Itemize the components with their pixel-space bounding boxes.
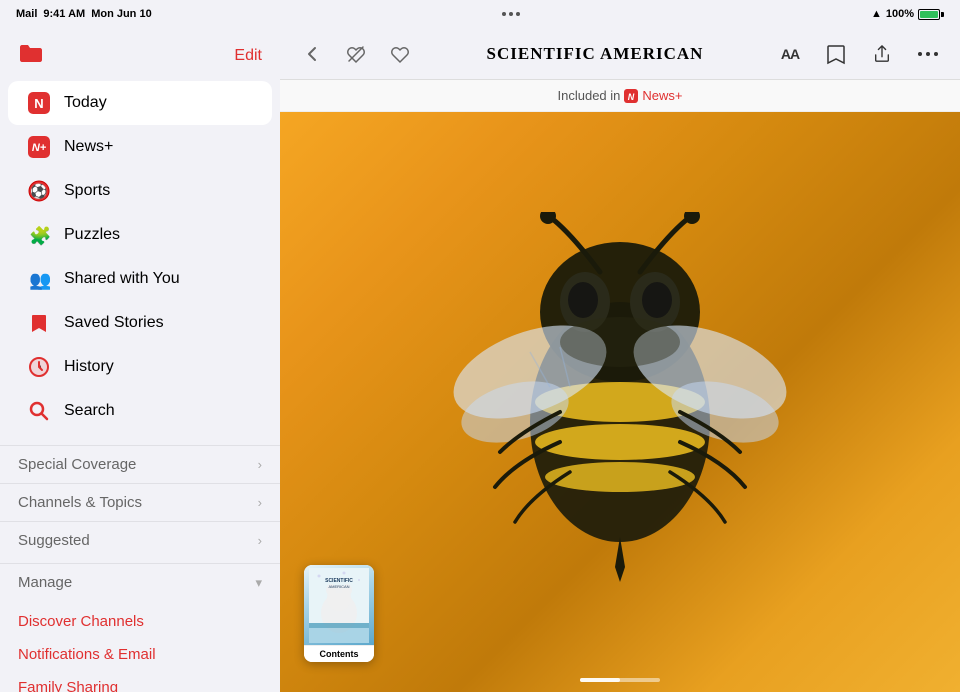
- today-icon: N: [26, 90, 52, 116]
- battery-icon: [918, 9, 944, 20]
- today-label: Today: [64, 94, 107, 112]
- sidebar-item-history[interactable]: History: [8, 345, 272, 389]
- dot3: [516, 12, 520, 16]
- bee-background: SCIENTIFIC AMERICAN Contents: [280, 112, 960, 692]
- svg-text:N: N: [34, 96, 43, 111]
- toolbar-center: SCIENTIFIC AMERICAN: [416, 44, 774, 64]
- status-bar-left: Mail 9:41 AM Mon Jun 10: [16, 8, 152, 20]
- content-area: SCIENTIFIC AMERICAN AA: [280, 28, 960, 692]
- dot2: [509, 12, 513, 16]
- main-layout: Edit N Today N+: [0, 28, 960, 692]
- sidebar-header: Edit: [0, 28, 280, 77]
- news-plus-text: Included in N News+: [558, 88, 683, 103]
- search-label: Search: [64, 402, 115, 420]
- contents-thumbnail[interactable]: SCIENTIFIC AMERICAN Contents: [304, 565, 374, 662]
- sidebar-item-shared[interactable]: 👥 Shared with You: [8, 257, 272, 301]
- status-app-name: Mail: [16, 8, 37, 20]
- search-icon: [26, 398, 52, 424]
- page-indicator: [580, 678, 660, 682]
- manage-header[interactable]: Manage ▾: [0, 564, 280, 601]
- suggested-chevron: ›: [258, 533, 262, 548]
- toolbar-left: [296, 38, 416, 70]
- included-in-label: Included in: [558, 88, 621, 103]
- svg-text:👥: 👥: [29, 270, 50, 290]
- manage-chevron: ▾: [255, 575, 262, 591]
- edit-button[interactable]: Edit: [234, 47, 262, 65]
- saved-icon: [26, 310, 52, 336]
- font-size-button[interactable]: AA: [774, 38, 806, 70]
- folder-icon: [18, 42, 44, 69]
- publication-title: SCIENTIFIC AMERICAN: [487, 44, 704, 63]
- svg-text:N+: N+: [32, 142, 47, 154]
- toolbar-right: AA: [774, 38, 944, 70]
- sports-label: Sports: [64, 182, 110, 200]
- back-button[interactable]: [296, 38, 328, 70]
- suggested-label: Suggested: [18, 532, 90, 549]
- special-coverage-chevron: ›: [258, 457, 262, 472]
- like-button[interactable]: [384, 38, 416, 70]
- apple-news-icon: N: [624, 88, 638, 103]
- history-icon: [26, 354, 52, 380]
- news-plus-label: News+: [642, 88, 682, 103]
- status-date: Mon Jun 10: [91, 8, 152, 20]
- family-sharing-item[interactable]: Family Sharing: [0, 671, 280, 692]
- section-channels-topics[interactable]: Channels & Topics ›: [0, 483, 280, 521]
- page-indicator-fill: [580, 678, 620, 682]
- sidebar-item-sports[interactable]: ⚽ Sports: [8, 169, 272, 213]
- article-toolbar: SCIENTIFIC AMERICAN AA: [280, 28, 960, 80]
- bee-illustration: [420, 212, 820, 592]
- status-bar-center: [502, 12, 520, 16]
- shared-icon: 👥: [26, 266, 52, 292]
- dislike-button[interactable]: [340, 38, 372, 70]
- sidebar-item-puzzles[interactable]: 🧩 Puzzles: [8, 213, 272, 257]
- sidebar-nav: N Today N+ News+: [0, 77, 280, 437]
- status-bar-right: ▲ 100%: [871, 8, 944, 20]
- contents-image: SCIENTIFIC AMERICAN: [304, 565, 374, 645]
- article-content: SCIENTIFIC AMERICAN Contents: [280, 112, 960, 692]
- share-button[interactable]: [866, 38, 898, 70]
- battery-percent: 100%: [886, 8, 914, 20]
- font-aa-label: AA: [781, 46, 799, 62]
- svg-text:⚽: ⚽: [29, 183, 47, 200]
- puzzles-icon: 🧩: [26, 222, 52, 248]
- shared-label: Shared with You: [64, 270, 180, 288]
- sidebar: Edit N Today N+: [0, 28, 280, 692]
- news-plus-badge: Included in N News+: [280, 80, 960, 112]
- section-special-coverage[interactable]: Special Coverage ›: [0, 445, 280, 483]
- svg-text:AMERICAN: AMERICAN: [328, 584, 349, 589]
- sidebar-item-newsplus[interactable]: N+ News+: [8, 125, 272, 169]
- status-time: 9:41 AM: [43, 8, 85, 20]
- special-coverage-label: Special Coverage: [18, 456, 136, 473]
- more-button[interactable]: [912, 38, 944, 70]
- newsplus-icon: N+: [26, 134, 52, 160]
- section-suggested[interactable]: Suggested ›: [0, 521, 280, 559]
- sections-container: Special Coverage › Channels & Topics › S…: [0, 437, 280, 559]
- channels-topics-label: Channels & Topics: [18, 494, 142, 511]
- svg-text:🧩: 🧩: [29, 225, 50, 246]
- notifications-email-item[interactable]: Notifications & Email: [0, 638, 280, 671]
- channels-topics-chevron: ›: [258, 495, 262, 510]
- bookmark-button[interactable]: [820, 38, 852, 70]
- dot1: [502, 12, 506, 16]
- manage-label: Manage: [18, 574, 72, 591]
- sidebar-item-saved[interactable]: Saved Stories: [8, 301, 272, 345]
- saved-label: Saved Stories: [64, 314, 164, 332]
- sports-icon: ⚽: [26, 178, 52, 204]
- status-bar: Mail 9:41 AM Mon Jun 10 ▲ 100%: [0, 0, 960, 28]
- history-label: History: [64, 358, 114, 376]
- bee-image: SCIENTIFIC AMERICAN Contents: [280, 112, 960, 692]
- wifi-icon: ▲: [871, 8, 882, 20]
- newsplus-label: News+: [64, 138, 113, 156]
- sidebar-item-today[interactable]: N Today: [8, 81, 272, 125]
- manage-items: Discover Channels Notifications & Email …: [0, 601, 280, 692]
- sidebar-item-search[interactable]: Search: [8, 389, 272, 433]
- manage-section: Manage ▾ Discover Channels Notifications…: [0, 563, 280, 692]
- puzzles-label: Puzzles: [64, 226, 120, 244]
- svg-text:N: N: [628, 92, 635, 102]
- discover-channels-item[interactable]: Discover Channels: [0, 605, 280, 638]
- contents-label: Contents: [304, 645, 374, 662]
